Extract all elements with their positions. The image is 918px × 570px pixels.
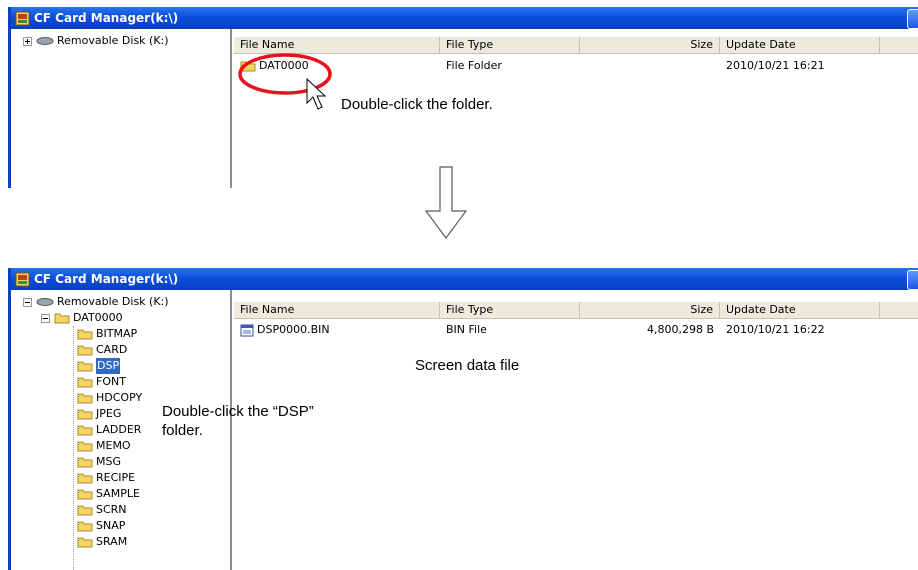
- cf-card-manager-window-bottom: CF Card Manager(k:\) Removable Disk (K:)…: [8, 268, 918, 570]
- file-name: DSP0000.BIN: [257, 323, 330, 336]
- column-header-update-date[interactable]: Update Date: [720, 37, 880, 53]
- callout-double-click-dsp-line1: Double-click the “DSP”: [162, 403, 314, 420]
- tree-connector: [73, 326, 75, 570]
- tree-item-label-selected: DSP: [96, 358, 121, 374]
- window-control-button[interactable]: [907, 270, 918, 290]
- column-header-row: File Name File Type Size Update Date: [234, 37, 918, 54]
- title-bar[interactable]: CF Card Manager(k:\): [11, 268, 918, 290]
- tree-item-card[interactable]: CARD: [77, 342, 127, 358]
- tree-item-label: SCRN: [96, 503, 127, 516]
- folder-icon: [77, 393, 93, 404]
- file-row-dsp0000-bin[interactable]: DSP0000.BIN: [240, 322, 330, 338]
- folder-icon: [77, 505, 93, 516]
- folder-icon: [77, 377, 93, 388]
- window-control-button[interactable]: [907, 9, 918, 29]
- folder-icon: [240, 61, 256, 72]
- tree-item-scrn[interactable]: SCRN: [77, 502, 127, 518]
- file-date: 2010/10/21 16:21: [726, 59, 825, 72]
- tree-item-snap[interactable]: SNAP: [77, 518, 125, 534]
- file-row-dat0000[interactable]: DAT0000: [240, 58, 309, 74]
- tree-item-msg[interactable]: MSG: [77, 454, 121, 470]
- tree-item-bitmap[interactable]: BITMAP: [77, 326, 137, 342]
- tree-item-label: MEMO: [96, 439, 131, 452]
- column-header-file-type[interactable]: File Type: [440, 302, 580, 318]
- collapse-icon[interactable]: [41, 313, 50, 323]
- callout-screen-data-file: Screen data file: [415, 357, 520, 374]
- column-header-update-date[interactable]: Update Date: [720, 302, 880, 318]
- tree-item-label: DAT0000: [73, 311, 123, 324]
- tree-item-label: CARD: [96, 343, 128, 356]
- column-header-file-name[interactable]: File Name: [234, 37, 440, 53]
- tree-item-label: LADDER: [96, 423, 142, 436]
- tree-item-label: BITMAP: [96, 327, 138, 340]
- folder-tree-pane[interactable]: Removable Disk (K:): [11, 29, 232, 188]
- folder-icon: [77, 473, 93, 484]
- file-name: DAT0000: [259, 59, 309, 72]
- folder-icon: [77, 537, 93, 548]
- expand-icon[interactable]: [23, 36, 32, 46]
- tree-item-label: Removable Disk (K:): [57, 295, 169, 308]
- tree-item-sample[interactable]: SAMPLE: [77, 486, 140, 502]
- tree-item-recipe[interactable]: RECIPE: [77, 470, 135, 486]
- tree-item-label: RECIPE: [96, 471, 136, 484]
- tree-item-label: JPEG: [96, 407, 122, 420]
- tree-item-label: Removable Disk (K:): [57, 34, 169, 47]
- column-header-size[interactable]: Size: [580, 302, 720, 318]
- file-list-pane[interactable]: File Name File Type Size Update Date DAT…: [234, 29, 918, 188]
- column-header-file-type[interactable]: File Type: [440, 37, 580, 53]
- file-date: 2010/10/21 16:22: [726, 323, 825, 336]
- callout-double-click-dsp-line2: folder.: [162, 422, 203, 439]
- tree-item-ladder[interactable]: LADDER: [77, 422, 141, 438]
- app-icon: [15, 11, 30, 26]
- column-header-row: File Name File Type Size Update Date: [234, 302, 918, 319]
- window-title: CF Card Manager(k:\): [34, 272, 179, 286]
- tree-item-font[interactable]: FONT: [77, 374, 126, 390]
- file-type: File Folder: [446, 59, 502, 72]
- tree-item-label: FONT: [96, 375, 126, 388]
- tree-item-label: SRAM: [96, 535, 128, 548]
- bin-file-icon: [240, 324, 254, 336]
- tree-item-jpeg[interactable]: JPEG: [77, 406, 121, 422]
- tree-item-memo[interactable]: MEMO: [77, 438, 131, 454]
- tree-item-label: MSG: [96, 455, 121, 468]
- folder-icon: [77, 345, 93, 356]
- column-header-size[interactable]: Size: [580, 37, 720, 53]
- tree-item-hdcopy[interactable]: HDCOPY: [77, 390, 142, 406]
- file-list-pane[interactable]: File Name File Type Size Update Date DSP…: [234, 290, 918, 570]
- tree-item-dsp[interactable]: DSP: [77, 358, 121, 374]
- folder-open-icon: [54, 313, 70, 324]
- tree-item-label: SAMPLE: [96, 487, 140, 500]
- folder-icon: [77, 441, 93, 452]
- tree-item-removable-disk[interactable]: Removable Disk (K:): [23, 33, 169, 49]
- collapse-icon[interactable]: [23, 297, 32, 307]
- window-title: CF Card Manager(k:\): [34, 11, 179, 25]
- folder-icon: [77, 521, 93, 532]
- app-icon: [15, 272, 30, 287]
- tree-item-sram[interactable]: SRAM: [77, 534, 127, 550]
- folder-icon: [77, 361, 93, 372]
- title-bar[interactable]: CF Card Manager(k:\): [11, 7, 918, 29]
- column-header-file-name[interactable]: File Name: [234, 302, 440, 318]
- folder-icon: [77, 409, 93, 420]
- file-size: 4,800,298 B: [646, 323, 714, 336]
- folder-icon: [77, 329, 93, 340]
- folder-icon: [77, 425, 93, 436]
- drive-icon: [36, 298, 54, 306]
- callout-double-click-folder: Double-click the folder.: [341, 96, 493, 113]
- file-type: BIN File: [446, 323, 487, 336]
- tree-item-label: SNAP: [96, 519, 126, 532]
- tree-item-dat0000[interactable]: DAT0000: [41, 310, 123, 326]
- tree-item-removable-disk[interactable]: Removable Disk (K:): [23, 294, 169, 310]
- folder-icon: [77, 489, 93, 500]
- folder-icon: [77, 457, 93, 468]
- drive-icon: [36, 37, 54, 45]
- tree-item-label: HDCOPY: [96, 391, 143, 404]
